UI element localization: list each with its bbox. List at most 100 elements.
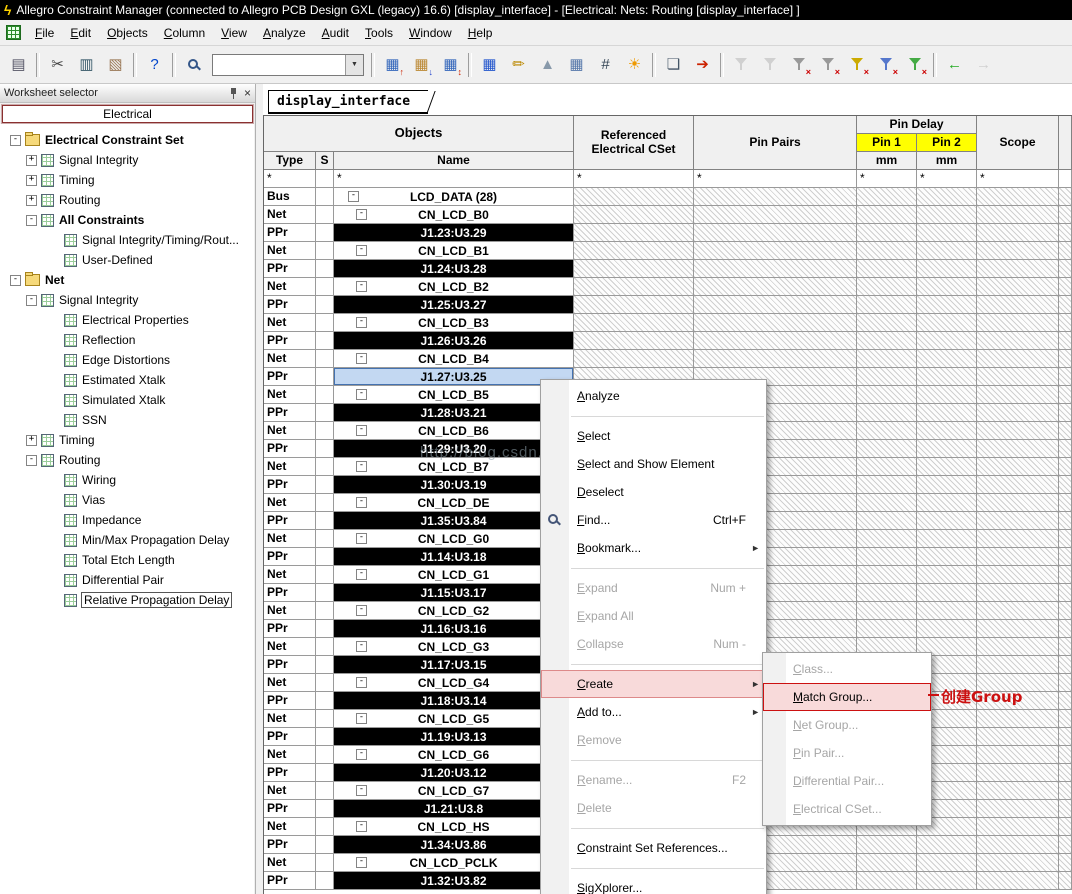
column-header-pin-delay[interactable]: Pin Delay	[857, 116, 977, 134]
menu-item-add-to[interactable]: Add to... ►	[541, 698, 766, 726]
tree-item-impedance[interactable]: Impedance	[0, 510, 254, 530]
tree-item-net[interactable]: - Net	[0, 270, 254, 290]
document-icon[interactable]	[6, 25, 21, 40]
tree-item-reflection[interactable]: Reflection	[0, 330, 254, 350]
tree-item-all-constraints[interactable]: - All Constraints	[0, 210, 254, 230]
row-name-cell[interactable]: - CN_LCD_G3	[334, 638, 574, 656]
row-type-cell[interactable]: PPr	[264, 800, 316, 818]
row-name-cell[interactable]: J1.35:U3.84	[334, 512, 574, 530]
back-button[interactable]: ←	[940, 51, 969, 79]
row-name-cell[interactable]: - LCD_DATA (28)	[334, 188, 574, 206]
row-type-cell[interactable]: Net	[264, 566, 316, 584]
collapse-icon[interactable]: -	[356, 389, 367, 400]
menu-item-deselect[interactable]: Deselect	[541, 478, 766, 506]
menu-item-constraint-set-references[interactable]: Constraint Set References...	[541, 834, 766, 862]
row-type-cell[interactable]: PPr	[264, 404, 316, 422]
find-combo-input[interactable]	[213, 55, 345, 75]
pin-icon[interactable]	[229, 87, 238, 99]
row-type-cell[interactable]: PPr	[264, 476, 316, 494]
row-type-cell[interactable]: Net	[264, 710, 316, 728]
row-type-cell[interactable]: Net	[264, 422, 316, 440]
collapse-icon[interactable]: -	[356, 677, 367, 688]
tree-item-differential-pair[interactable]: Differential Pair	[0, 570, 254, 590]
row-name-cell[interactable]: J1.26:U3.26	[334, 332, 574, 350]
tree-item-signal-integrity[interactable]: - Signal Integrity	[0, 290, 254, 310]
row-type-cell[interactable]: Net	[264, 386, 316, 404]
find-combo[interactable]: ▼	[212, 53, 364, 76]
row-name-cell[interactable]: - CN_LCD_G1	[334, 566, 574, 584]
row-name-cell[interactable]: - CN_LCD_B4	[334, 350, 574, 368]
expand-icon[interactable]: +	[26, 174, 37, 186]
column-header-pin2[interactable]: Pin 2	[917, 134, 977, 152]
menu-item-analyze[interactable]: Analyze	[541, 382, 766, 410]
combo-dropdown-icon[interactable]: ▼	[345, 54, 363, 75]
select-worksheet-button[interactable]: ▦	[475, 51, 504, 79]
tab-display-interface[interactable]: display_interface	[268, 90, 436, 114]
row-name-cell[interactable]: - CN_LCD_B3	[334, 314, 574, 332]
collapse-icon[interactable]: -	[356, 209, 367, 220]
menu-edit[interactable]: Edit	[62, 22, 99, 44]
row-type-cell[interactable]: PPr	[264, 728, 316, 746]
row-type-cell[interactable]: Net	[264, 278, 316, 296]
tree-item-vias[interactable]: Vias	[0, 490, 254, 510]
collapse-icon[interactable]: -	[356, 353, 367, 364]
row-name-cell[interactable]: - CN_LCD_B5	[334, 386, 574, 404]
row-name-cell[interactable]: - CN_LCD_HS	[334, 818, 574, 836]
menu-objects[interactable]: Objects	[99, 22, 156, 44]
filter-button-6[interactable]: ×	[872, 51, 901, 79]
expand-icon[interactable]: +	[26, 434, 37, 446]
filter-cell[interactable]	[1059, 170, 1072, 188]
collapse-icon[interactable]: -	[348, 191, 359, 202]
menu-audit[interactable]: Audit	[314, 22, 357, 44]
filter-cell[interactable]: *	[264, 170, 316, 188]
export-button[interactable]: ➔	[688, 51, 717, 79]
filter-cell[interactable]: *	[694, 170, 857, 188]
row-name-cell[interactable]: - CN_LCD_G7	[334, 782, 574, 800]
row-name-cell[interactable]: - CN_LCD_DE	[334, 494, 574, 512]
row-type-cell[interactable]: Net	[264, 638, 316, 656]
row-type-cell[interactable]: PPr	[264, 296, 316, 314]
row-type-cell[interactable]: Bus	[264, 188, 316, 206]
brightness-button[interactable]: ☀	[620, 51, 649, 79]
row-name-cell[interactable]: J1.27:U3.25	[334, 368, 574, 386]
collapse-icon[interactable]: -	[356, 245, 367, 256]
collapse-icon[interactable]: -	[356, 497, 367, 508]
tree-item-user-defined[interactable]: User-Defined	[0, 250, 254, 270]
row-type-cell[interactable]: Net	[264, 494, 316, 512]
row-name-cell[interactable]: J1.17:U3.15	[334, 656, 574, 674]
row-type-cell[interactable]: Net	[264, 854, 316, 872]
collapse-icon[interactable]: -	[10, 134, 21, 146]
column-header-name[interactable]: Name	[334, 152, 574, 170]
row-type-cell[interactable]: PPr	[264, 332, 316, 350]
menu-column[interactable]: Column	[156, 22, 213, 44]
row-name-cell[interactable]: J1.20:U3.12	[334, 764, 574, 782]
column-header-s[interactable]: S	[316, 152, 334, 170]
filter-cell[interactable]	[316, 170, 334, 188]
tree-item-total-etch-length[interactable]: Total Etch Length	[0, 550, 254, 570]
filter-cell[interactable]: *	[857, 170, 917, 188]
collapse-icon[interactable]: -	[356, 533, 367, 544]
collapse-icon[interactable]: -	[10, 274, 21, 286]
row-type-cell[interactable]: Net	[264, 530, 316, 548]
menu-view[interactable]: View	[213, 22, 255, 44]
next-worksheet-button[interactable]: ▦ ↕	[436, 51, 465, 79]
filter-button-5[interactable]: ×	[843, 51, 872, 79]
menu-item-select[interactable]: Select	[541, 422, 766, 450]
copy-button[interactable]: ▥	[72, 51, 101, 79]
row-name-cell[interactable]: - CN_LCD_B0	[334, 206, 574, 224]
column-header-type[interactable]: Type	[264, 152, 316, 170]
row-name-cell[interactable]: - CN_LCD_B1	[334, 242, 574, 260]
menu-item-bookmark[interactable]: Bookmark... ►	[541, 534, 766, 562]
tree-item-simulated-xtalk[interactable]: Simulated Xtalk	[0, 390, 254, 410]
column-header-pin-pairs[interactable]: Pin Pairs	[694, 116, 857, 170]
grid-window-button[interactable]: ▦	[562, 51, 591, 79]
column-header-referenced-electrical-cset[interactable]: Referenced Electrical CSet	[574, 116, 694, 170]
column-header-scope[interactable]: Scope	[977, 116, 1059, 170]
previous-worksheet-button[interactable]: ▦ ↓	[407, 51, 436, 79]
collapse-icon[interactable]: -	[356, 425, 367, 436]
row-type-cell[interactable]: Net	[264, 602, 316, 620]
column-header-pin1-units[interactable]: mm	[857, 152, 917, 170]
tree-item-relative-propagation-delay[interactable]: Relative Propagation Delay	[0, 590, 254, 610]
collapse-icon[interactable]: -	[356, 605, 367, 616]
menu-item-sigxplorer[interactable]: SigXplorer...	[541, 874, 766, 894]
